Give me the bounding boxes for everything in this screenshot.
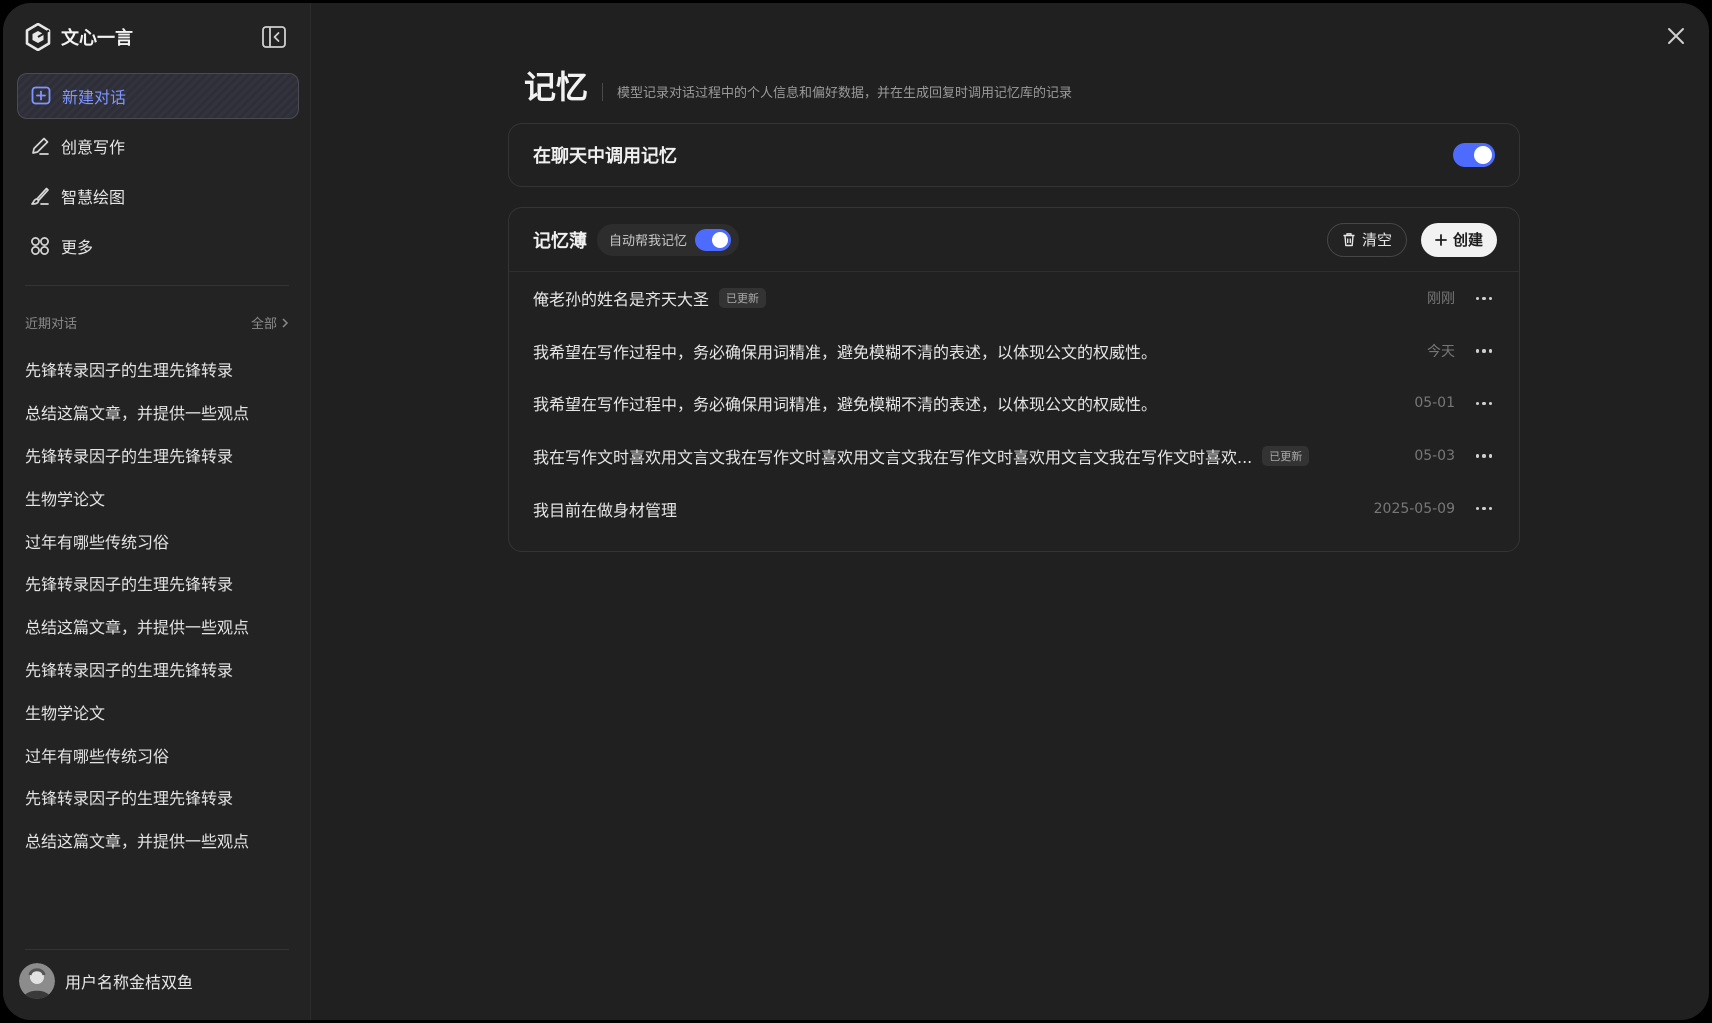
recent-all-label: 全部 — [250, 317, 277, 332]
notebook-actions: 清空 创建 — [1326, 222, 1497, 257]
nav-new-chat[interactable]: 新建对话 — [17, 73, 299, 119]
recent-item[interactable]: 先锋转录因子的生理先锋转录 — [25, 562, 295, 605]
grid-icon — [31, 237, 49, 255]
memory-text: 我目前在做身材管理 — [533, 500, 678, 520]
more-options-icon[interactable] — [1473, 287, 1495, 309]
chevron-right-icon — [282, 317, 289, 328]
memory-item[interactable]: 我希望在写作过程中，务必确保用词精准，避免模糊不清的表述，以体现公文的权威性。 … — [509, 325, 1519, 378]
memory-time: 刚刚 — [1427, 291, 1455, 308]
memory-text: 我希望在写作过程中，务必确保用词精准，避免模糊不清的表述，以体现公文的权威性。 — [533, 395, 1158, 415]
memory-time: 2025-05-09 — [1373, 500, 1455, 517]
recent-title: 近期对话 — [25, 317, 78, 332]
auto-memory-label: 自动帮我记忆 — [609, 234, 688, 249]
memory-list: 俺老孙的姓名是齐天大圣 已更新 刚刚 我希望在写作过程中，务必确保用词精准，避免… — [509, 272, 1519, 535]
recent-item[interactable]: 总结这篇文章，并提供一些观点 — [25, 391, 295, 434]
recent-header: 近期对话 全部 — [25, 313, 289, 332]
nav-label: 更多 — [61, 238, 94, 257]
nav-label: 新建对话 — [62, 88, 127, 107]
memory-page: 记忆 模型记录对话过程中的个人信息和偏好数据，并在生成回复时调用记忆库的记录 在… — [508, 63, 1520, 552]
sidebar-divider — [25, 949, 289, 950]
page-subtitle: 模型记录对话过程中的个人信息和偏好数据，并在生成回复时调用记忆库的记录 — [617, 86, 1073, 101]
auto-memory-pill: 自动帮我记忆 — [597, 223, 740, 256]
clear-button[interactable]: 清空 — [1326, 222, 1407, 257]
recent-item[interactable]: 先锋转录因子的生理先锋转录 — [25, 348, 295, 391]
memory-time: 05-03 — [1414, 448, 1455, 465]
use-memory-toggle[interactable] — [1453, 143, 1495, 167]
more-options-icon[interactable] — [1473, 445, 1495, 467]
page-title: 记忆 — [524, 68, 589, 106]
updated-badge: 已更新 — [1262, 446, 1310, 467]
recent-item[interactable]: 过年有哪些传统习俗 — [25, 733, 295, 776]
close-icon[interactable] — [1665, 25, 1687, 47]
pen-icon — [32, 137, 49, 155]
trash-icon — [1343, 233, 1355, 247]
recent-item[interactable]: 过年有哪些传统习俗 — [25, 519, 295, 562]
more-options-icon[interactable] — [1473, 498, 1495, 520]
title-divider — [602, 83, 604, 101]
nav-label: 创意写作 — [61, 138, 126, 157]
app-window: 文心一言 新建对话 创意写作 智慧绘图 更多 近期对话 全部 先锋转录因子的生理… — [3, 3, 1709, 1020]
memory-time: 05-01 — [1414, 395, 1455, 412]
recent-item[interactable]: 总结这篇文章，并提供一些观点 — [25, 605, 295, 648]
nav-creative-writing[interactable]: 创意写作 — [17, 123, 299, 169]
create-button[interactable]: 创建 — [1420, 222, 1497, 257]
avatar — [19, 963, 55, 999]
memory-item[interactable]: 俺老孙的姓名是齐天大圣 已更新 刚刚 — [509, 272, 1519, 325]
memory-item[interactable]: 我希望在写作过程中，务必确保用词精准，避免模糊不清的表述，以体现公文的权威性。 … — [509, 377, 1519, 430]
page-header: 记忆 模型记录对话过程中的个人信息和偏好数据，并在生成回复时调用记忆库的记录 — [508, 63, 1520, 107]
updated-badge: 已更新 — [719, 288, 767, 309]
memory-item[interactable]: 我在写作文时喜欢用文言文我在写作文时喜欢用文言文我在写作文时喜欢用文言文我在写作… — [509, 430, 1519, 483]
use-memory-label: 在聊天中调用记忆 — [533, 146, 677, 167]
memory-time: 今天 — [1427, 343, 1455, 360]
memory-notebook-card: 记忆薄 自动帮我记忆 清空 创建 俺老孙的姓名是齐天大圣 已更新 刚刚 我希望在… — [508, 207, 1520, 552]
recent-list: 先锋转录因子的生理先锋转录 总结这篇文章，并提供一些观点 先锋转录因子的生理先锋… — [25, 348, 295, 862]
user-name: 用户名称金桔双鱼 — [65, 973, 194, 992]
new-chat-icon — [31, 86, 51, 105]
recent-item[interactable]: 先锋转录因子的生理先锋转录 — [25, 648, 295, 691]
collapse-sidebar-icon[interactable] — [261, 25, 287, 49]
more-options-icon[interactable] — [1473, 340, 1495, 362]
recent-item[interactable]: 先锋转录因子的生理先锋转录 — [25, 434, 295, 477]
recent-item[interactable]: 先锋转录因子的生理先锋转录 — [25, 776, 295, 819]
memory-text: 俺老孙的姓名是齐天大圣 — [533, 290, 710, 310]
wenxin-logo-icon — [25, 23, 51, 51]
notebook-title: 记忆薄 — [533, 230, 587, 252]
more-options-icon[interactable] — [1473, 392, 1495, 414]
clear-label: 清空 — [1361, 231, 1392, 249]
sidebar-divider — [25, 285, 289, 286]
brand-name: 文心一言 — [61, 28, 133, 49]
sidebar-nav: 新建对话 创意写作 智慧绘图 更多 — [17, 73, 299, 273]
brush-icon — [31, 187, 49, 205]
user-profile[interactable]: 用户名称金桔双鱼 — [19, 963, 193, 999]
brand[interactable]: 文心一言 — [25, 21, 133, 53]
memory-text: 我在写作文时喜欢用文言文我在写作文时喜欢用文言文我在写作文时喜欢用文言文我在写作… — [533, 448, 1253, 468]
plus-icon — [1435, 233, 1447, 246]
memory-text: 我希望在写作过程中，务必确保用词精准，避免模糊不清的表述，以体现公文的权威性。 — [533, 342, 1158, 362]
recent-all-link[interactable]: 全部 — [251, 313, 289, 332]
sidebar: 文心一言 新建对话 创意写作 智慧绘图 更多 近期对话 全部 先锋转录因子的生理… — [3, 3, 311, 1020]
auto-memory-toggle[interactable] — [695, 228, 732, 251]
nav-smart-drawing[interactable]: 智慧绘图 — [17, 173, 299, 219]
use-memory-card: 在聊天中调用记忆 — [508, 123, 1520, 187]
notebook-header: 记忆薄 自动帮我记忆 清空 创建 — [509, 208, 1519, 272]
nav-label: 智慧绘图 — [61, 188, 126, 207]
nav-more[interactable]: 更多 — [17, 223, 299, 269]
recent-item[interactable]: 总结这篇文章，并提供一些观点 — [25, 819, 295, 862]
recent-item[interactable]: 生物学论文 — [25, 476, 295, 519]
memory-item[interactable]: 我目前在做身材管理 2025-05-09 — [509, 482, 1519, 535]
recent-item[interactable]: 生物学论文 — [25, 690, 295, 733]
create-label: 创建 — [1452, 231, 1483, 249]
